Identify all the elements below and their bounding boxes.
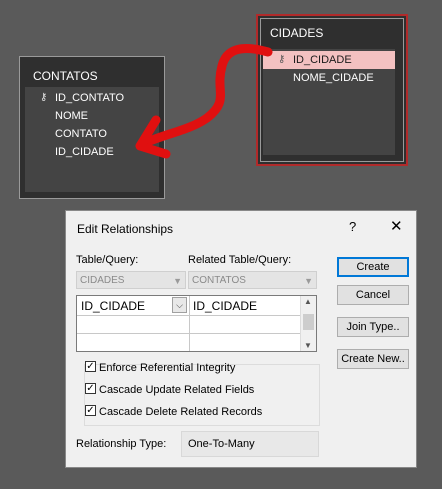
checkmark-icon[interactable]: ✓: [85, 361, 96, 372]
table-query-label: Table/Query:: [76, 254, 139, 266]
edit-relationships-dialog[interactable]: Edit Relationships ? ✕ Table/Query: Rela…: [65, 210, 417, 468]
cascade-delete-label: Cascade Delete Related Records: [99, 406, 263, 418]
checkmark-icon[interactable]: ✓: [85, 405, 96, 416]
scrollbar-thumb[interactable]: [303, 314, 314, 330]
create-button[interactable]: Create: [337, 257, 409, 277]
related-table-query-value: CONTATOS: [192, 275, 246, 286]
chevron-down-icon: ▼: [304, 276, 313, 286]
relationship-type-label: Relationship Type:: [76, 438, 167, 450]
related-field-cell[interactable]: ID_CIDADE: [193, 297, 257, 315]
scroll-up-icon[interactable]: ▲: [304, 297, 312, 306]
chevron-down-icon[interactable]: ⌵: [172, 297, 187, 313]
field-mapping-grid[interactable]: ID_CIDADE ⌵ ID_CIDADE ▲ ▼: [76, 295, 317, 352]
related-table-query-label: Related Table/Query:: [188, 254, 292, 266]
help-icon[interactable]: ?: [349, 219, 356, 234]
cascade-update-label: Cascade Update Related Fields: [99, 384, 255, 396]
scroll-down-icon[interactable]: ▼: [304, 341, 312, 350]
create-new-button[interactable]: Create New..: [337, 349, 409, 369]
relationship-type-value: One-To-Many: [181, 431, 319, 457]
grid-divider: [189, 296, 190, 351]
close-icon[interactable]: ✕: [390, 217, 403, 235]
grid-scrollbar[interactable]: ▲ ▼: [300, 296, 316, 351]
table-query-select: CIDADES ▼: [76, 271, 186, 289]
grid-divider: [77, 315, 300, 316]
enforce-integrity-label: Enforce Referential Integrity: [99, 362, 236, 374]
table-query-value: CIDADES: [80, 275, 125, 286]
grid-divider: [77, 333, 300, 334]
checkmark-icon[interactable]: ✓: [85, 383, 96, 394]
related-table-query-select: CONTATOS ▼: [188, 271, 317, 289]
chevron-down-icon: ▼: [173, 276, 182, 286]
primary-field-cell[interactable]: ID_CIDADE: [81, 297, 145, 315]
dialog-title: Edit Relationships: [77, 222, 174, 236]
join-type-button[interactable]: Join Type..: [337, 317, 409, 337]
cancel-button[interactable]: Cancel: [337, 285, 409, 305]
